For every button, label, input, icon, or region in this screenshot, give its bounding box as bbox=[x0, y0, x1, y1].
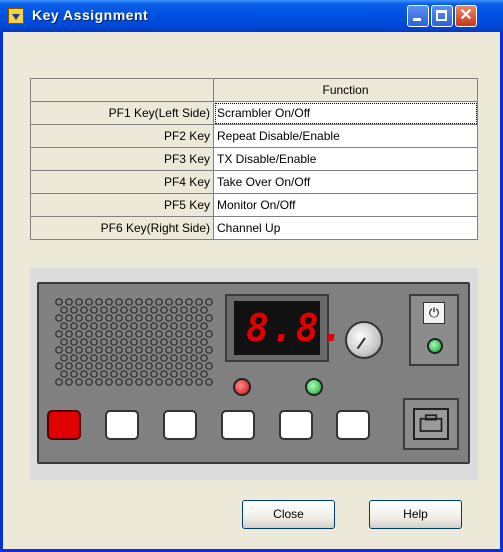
minimize-icon bbox=[408, 6, 428, 26]
table-row[interactable]: PF3 Key TX Disable/Enable bbox=[30, 147, 478, 171]
row-function-cell[interactable]: Scrambler On/Off bbox=[213, 101, 478, 125]
pf6-key-button[interactable] bbox=[336, 410, 370, 440]
table-row[interactable]: PF2 Key Repeat Disable/Enable bbox=[30, 124, 478, 148]
row-key-label: PF2 Key bbox=[30, 124, 214, 148]
channel-display-digits: 8.8. bbox=[246, 306, 346, 350]
power-section: ⏻ bbox=[409, 294, 459, 366]
row-function-cell[interactable]: Repeat Disable/Enable bbox=[213, 124, 478, 148]
row-key-label: PF3 Key bbox=[30, 147, 214, 171]
close-icon: ✕ bbox=[459, 7, 473, 24]
power-led-icon bbox=[427, 338, 443, 354]
table-row[interactable]: PF6 Key(Right Side) Channel Up bbox=[30, 216, 478, 240]
pf4-key-button[interactable] bbox=[221, 410, 255, 440]
row-key-label: PF6 Key(Right Side) bbox=[30, 216, 214, 240]
table-row[interactable]: PF4 Key Take Over On/Off bbox=[30, 170, 478, 194]
app-icon bbox=[8, 8, 24, 24]
header-function-column: Function bbox=[213, 78, 478, 102]
table-row[interactable]: PF5 Key Monitor On/Off bbox=[30, 193, 478, 217]
mic-jack-section bbox=[403, 398, 459, 450]
volume-knob-icon[interactable] bbox=[345, 321, 383, 359]
table-row[interactable]: PF1 Key(Left Side) Scrambler On/Off bbox=[30, 101, 478, 125]
pf1-key-button[interactable] bbox=[47, 410, 81, 440]
header-key-column bbox=[30, 78, 214, 102]
maximize-button[interactable] bbox=[431, 5, 453, 27]
key-assignment-window: Key Assignment ✕ Function PF1 Key(Left S… bbox=[0, 0, 503, 552]
power-icon[interactable]: ⏻ bbox=[423, 302, 445, 324]
tx-led-icon bbox=[233, 378, 251, 396]
key-assignment-table: Function PF1 Key(Left Side) Scrambler On… bbox=[30, 78, 478, 240]
row-key-label: PF4 Key bbox=[30, 170, 214, 194]
window-title: Key Assignment bbox=[32, 7, 149, 23]
mic-jack-icon bbox=[413, 408, 449, 440]
pf3-key-button[interactable] bbox=[163, 410, 197, 440]
title-bar[interactable]: Key Assignment ✕ bbox=[0, 0, 503, 32]
table-header-row: Function bbox=[30, 78, 478, 102]
row-key-label: PF1 Key(Left Side) bbox=[30, 101, 214, 125]
radio-front-panel: 8.8. ⏻ bbox=[37, 282, 470, 464]
close-button[interactable]: Close bbox=[242, 500, 335, 529]
minimize-button[interactable] bbox=[407, 5, 429, 27]
row-function-cell[interactable]: Channel Up bbox=[213, 216, 478, 240]
maximize-icon bbox=[432, 6, 452, 26]
speaker-grille-icon bbox=[55, 298, 213, 386]
pf5-key-button[interactable] bbox=[279, 410, 313, 440]
help-button[interactable]: Help bbox=[369, 500, 462, 529]
rx-led-icon bbox=[305, 378, 323, 396]
row-function-cell[interactable]: TX Disable/Enable bbox=[213, 147, 478, 171]
row-key-label: PF5 Key bbox=[30, 193, 214, 217]
help-button-label: Help bbox=[403, 507, 428, 521]
pf2-key-button[interactable] bbox=[105, 410, 139, 440]
row-function-cell[interactable]: Take Over On/Off bbox=[213, 170, 478, 194]
close-button-label: Close bbox=[273, 507, 304, 521]
row-function-cell[interactable]: Monitor On/Off bbox=[213, 193, 478, 217]
channel-display-frame: 8.8. bbox=[225, 294, 344, 362]
close-window-button[interactable]: ✕ bbox=[455, 5, 477, 27]
channel-display: 8.8. bbox=[234, 301, 344, 355]
